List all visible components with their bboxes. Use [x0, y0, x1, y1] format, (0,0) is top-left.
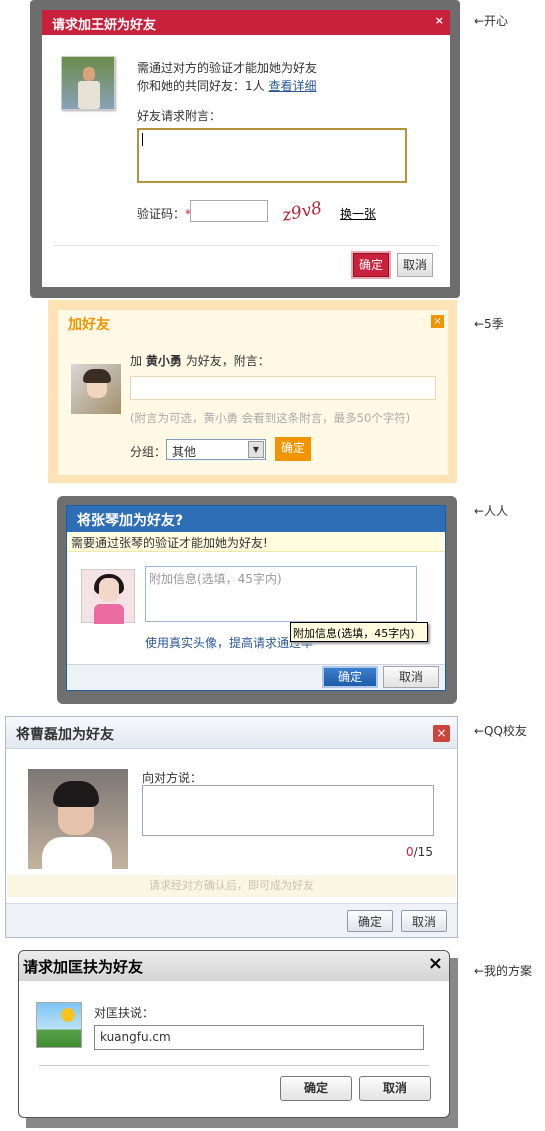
mutual-friends: 你和她的共同好友：1人 查看详细 [137, 77, 316, 94]
group-select-value: 其他 [172, 445, 197, 459]
cancel-button[interactable]: 取消 [359, 1076, 431, 1101]
message-textarea[interactable] [142, 785, 434, 836]
label-5q: ←5季 [474, 317, 504, 331]
dialog-title: 将张琴加为好友? [67, 506, 445, 532]
add-prompt: 加 黄小勇 为好友，附言： [130, 352, 270, 369]
cancel-button[interactable]: 取消 [383, 666, 439, 688]
message-input[interactable]: kuangfu.cm [94, 1025, 424, 1050]
dialog-footer: 确定 取消 [6, 903, 457, 937]
message-textarea[interactable]: 附加信息(选填，45字内) [145, 566, 417, 622]
confirm-button[interactable]: 确定 [347, 910, 393, 932]
dialog-title: 将曹磊加为好友 [6, 717, 457, 749]
dialog-footer: 确定 取消 [67, 664, 445, 690]
label-mine: ←我的方案 [474, 964, 533, 978]
divider [54, 245, 438, 246]
close-icon[interactable]: × [435, 14, 444, 27]
divider [39, 1065, 429, 1066]
dialog-title: 请求加匡扶为好友 [23, 958, 144, 976]
confirm-button[interactable]: 确定 [275, 437, 311, 461]
captcha-input[interactable] [190, 200, 268, 222]
char-count-max: /15 [413, 845, 433, 859]
image-placeholder-icon [36, 1002, 82, 1048]
cancel-button[interactable]: 取消 [401, 910, 447, 932]
verification-notice: 需要通过张琴的验证才能加她为好友! [67, 532, 445, 552]
add-prefix: 加 [130, 354, 143, 368]
confirm-button[interactable]: 确定 [280, 1076, 352, 1101]
label-kaixin: ←开心 [474, 14, 509, 28]
real-avatar-link[interactable]: 使用真实头像，提高请求通过率 [145, 634, 313, 651]
chevron-down-icon: ▼ [248, 441, 264, 458]
dialog-title: 请求加王妍为好友 [52, 18, 157, 33]
label-qq: ←QQ校友 [474, 724, 527, 738]
message-input[interactable] [130, 376, 436, 400]
view-details-link[interactable]: 查看详细 [268, 79, 316, 93]
dialog-title-bar: 请求加王妍为好友 × [42, 10, 450, 35]
mutual-friends-text: 你和她的共同好友：1人 [137, 79, 265, 93]
renren-dialog: 将张琴加为好友? 需要通过张琴的验证才能加她为好友! 附加信息(选填，45字内)… [66, 505, 446, 691]
confirm-button[interactable]: 确定 [322, 666, 378, 688]
captcha-label-text: 验证码： [137, 207, 186, 221]
close-icon[interactable]: × [428, 953, 443, 974]
dialog-title-bar: 请求加匡扶为好友 × [19, 951, 449, 981]
char-counter: 0/15 [406, 845, 433, 859]
add-suffix: 为好友，附言： [185, 354, 270, 368]
say-label: 向对方说： [142, 771, 203, 785]
5q-dialog: 加好友 × 加 黄小勇 为好友，附言： (附言为可选，黄小勇 会看到这条附言，最… [58, 310, 448, 475]
group-select[interactable]: 其他 ▼ [166, 439, 266, 460]
captcha-image: z9v8 [280, 198, 324, 226]
avatar [71, 364, 121, 414]
char-count-current: 0 [406, 845, 414, 859]
verification-note: 需通过对方的验证才能加她为好友 [137, 61, 318, 75]
say-label: 对匡扶说： [94, 1006, 155, 1020]
close-icon[interactable]: × [433, 725, 450, 742]
captcha-label: 验证码：* [137, 205, 191, 222]
refresh-captcha-link[interactable]: 换一张 [340, 205, 376, 222]
mine-dialog: 请求加匡扶为好友 × 对匡扶说： kuangfu.cm 确定 取消 [18, 950, 450, 1118]
label-renren: ←人人 [474, 504, 509, 518]
qq-dialog: 将曹磊加为好友 × 向对方说： 0/15 请求经对方确认后，即可成为好友 确定 … [5, 716, 458, 938]
avatar [61, 56, 115, 110]
close-icon[interactable]: × [431, 315, 444, 328]
avatar [81, 569, 135, 624]
message-textarea[interactable] [137, 128, 407, 183]
confirm-button[interactable]: 确定 [351, 251, 391, 279]
dialog-title: 加好友 [68, 317, 110, 333]
friend-name: 黄小勇 [145, 354, 182, 368]
message-hint: (附言为可选，黄小勇 会看到这条附言，最多50个字符) [130, 411, 411, 425]
avatar [28, 769, 128, 869]
tooltip: 附加信息(选填，45字内) [290, 622, 428, 642]
cancel-button[interactable]: 取消 [397, 253, 433, 277]
kaixin-dialog: 请求加王妍为好友 × 需通过对方的验证才能加她为好友 你和她的共同好友：1人 查… [42, 10, 450, 287]
group-label: 分组： [130, 445, 167, 459]
confirm-hint: 请求经对方确认后，即可成为好友 [7, 875, 456, 897]
message-label: 好友请求附言： [137, 109, 222, 123]
